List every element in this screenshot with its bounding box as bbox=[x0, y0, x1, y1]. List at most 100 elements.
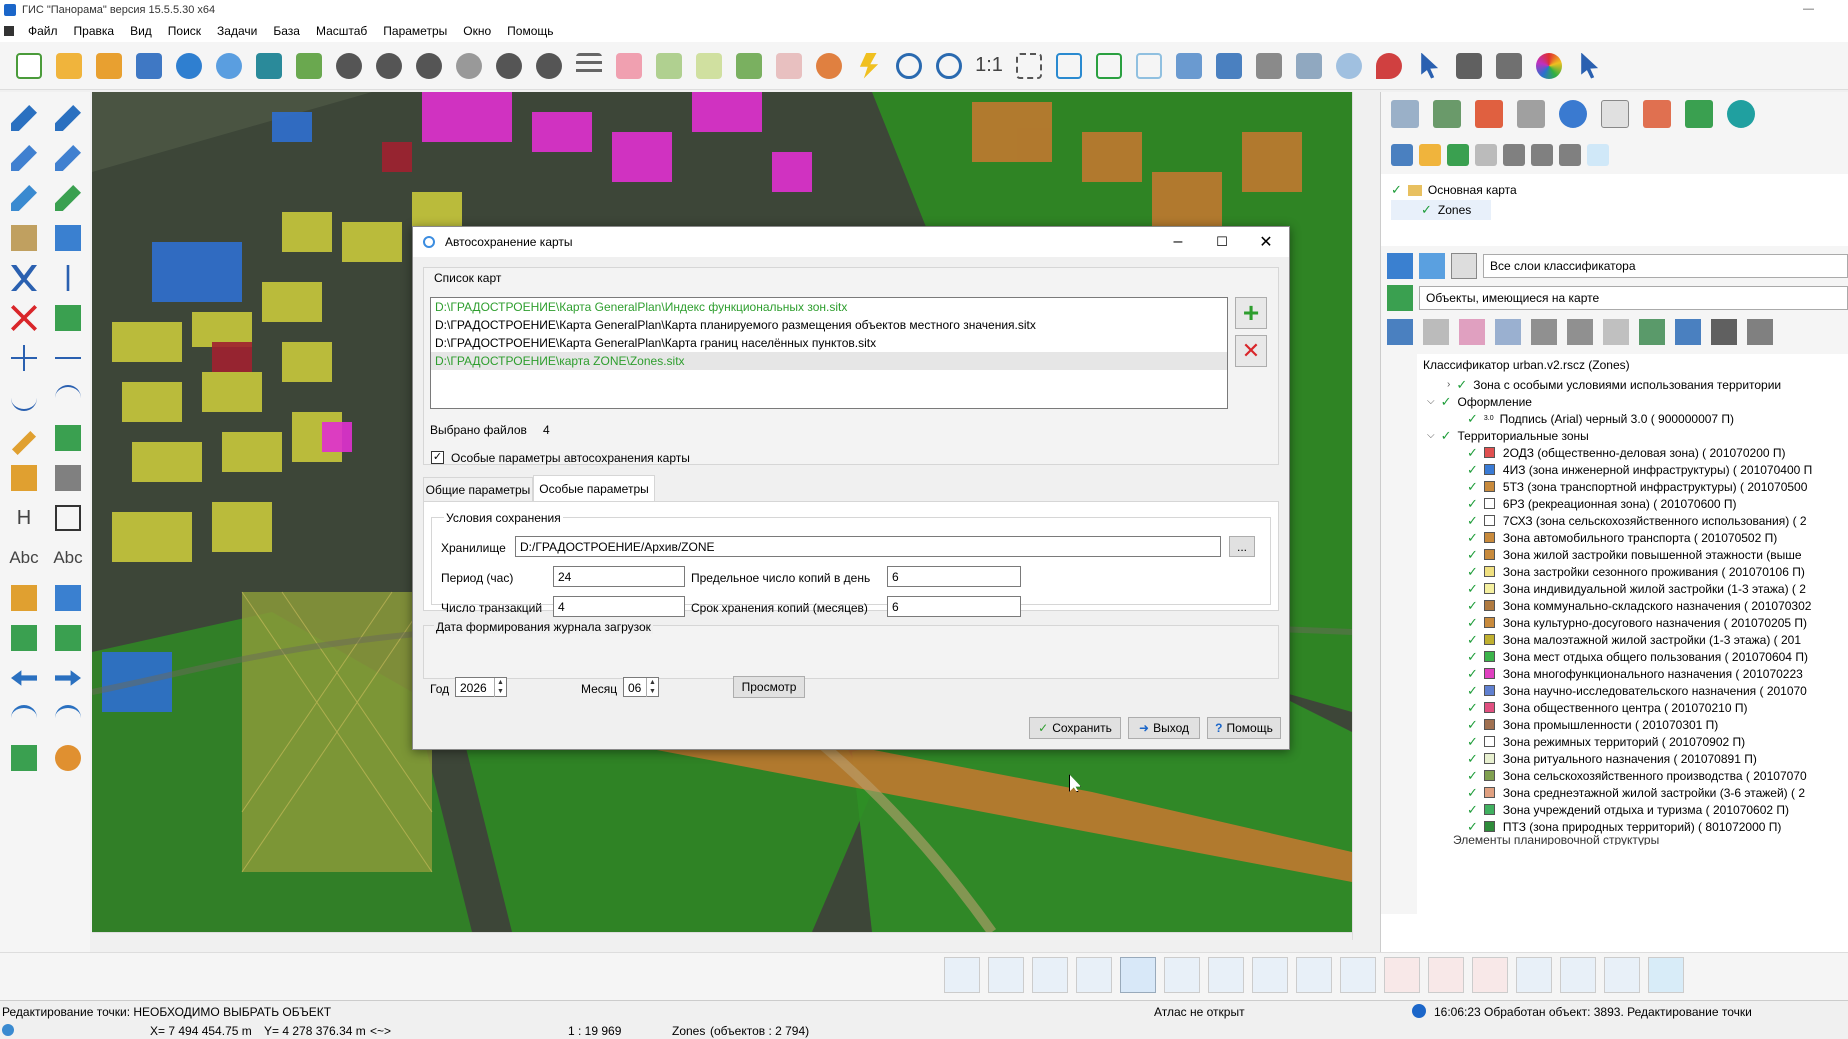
j-tool-icon[interactable] bbox=[988, 957, 1024, 993]
k-tool-icon[interactable] bbox=[944, 957, 980, 993]
classifier-item[interactable]: ✓ Зона застройки сезонного проживания ( 2… bbox=[1423, 563, 1848, 580]
year-spin-arrows[interactable]: ▲ ▼ bbox=[494, 678, 506, 697]
c-tool-icon[interactable] bbox=[1472, 957, 1508, 993]
max-copies-input[interactable]: 6 bbox=[887, 566, 1021, 587]
move-point-button[interactable] bbox=[2, 338, 46, 378]
edit-polyline-button[interactable] bbox=[46, 138, 90, 178]
context-help-button[interactable] bbox=[1570, 47, 1608, 85]
tree-root[interactable]: ✓ Основная карта bbox=[1391, 180, 1848, 200]
classifier-item[interactable]: ✓ Зона многофункционального назначения ( … bbox=[1423, 665, 1848, 682]
web-map-button[interactable] bbox=[210, 47, 248, 85]
check-icon[interactable]: ✓ bbox=[1441, 428, 1452, 444]
n-tool-icon[interactable] bbox=[1032, 957, 1068, 993]
check-icon[interactable]: ✓ bbox=[1467, 649, 1478, 665]
classifier-item[interactable]: ✓ Зона сельскохозяйственного производства… bbox=[1423, 767, 1848, 784]
close-button[interactable]: ✕ bbox=[1251, 231, 1281, 253]
zoom-out-button[interactable] bbox=[890, 47, 928, 85]
image-tab-icon[interactable] bbox=[1433, 100, 1461, 128]
paint-icon[interactable] bbox=[1459, 319, 1485, 345]
back-button[interactable] bbox=[1130, 47, 1168, 85]
chevron-down-icon[interactable]: ⌵ bbox=[1427, 396, 1435, 407]
label-edit-button[interactable]: Abc bbox=[46, 538, 90, 578]
text-edit-button[interactable] bbox=[46, 458, 90, 498]
merge-tool-icon[interactable] bbox=[1604, 957, 1640, 993]
select-confirm-button[interactable] bbox=[730, 47, 768, 85]
curve-button[interactable] bbox=[2, 378, 46, 418]
menu-edit[interactable]: Правка bbox=[66, 24, 123, 38]
special-params-checkbox[interactable]: ✓ bbox=[431, 451, 444, 464]
maximize-button[interactable]: ☐ bbox=[1207, 231, 1237, 253]
redo-button[interactable] bbox=[46, 658, 90, 698]
classifier-item[interactable]: ✓ 7СХЗ (зона сельскохозяйственного исполь… bbox=[1423, 512, 1848, 529]
t-tool-icon[interactable] bbox=[1428, 957, 1464, 993]
app-menu-icon[interactable] bbox=[4, 26, 14, 36]
search-house-button[interactable] bbox=[490, 47, 528, 85]
map-horizontal-scrollbar[interactable] bbox=[92, 932, 1352, 950]
classifier-item[interactable]: ✓ Зона учреждений отдыха и туризма ( 2010… bbox=[1423, 801, 1848, 818]
objects-filter-select[interactable]: Объекты, имеющиеся на карте bbox=[1419, 286, 1848, 310]
help-button[interactable]: ? Помощь bbox=[1207, 717, 1281, 739]
check-icon[interactable]: ✓ bbox=[1467, 530, 1478, 546]
map-vertical-scrollbar[interactable] bbox=[1352, 92, 1366, 940]
menu-database[interactable]: База bbox=[265, 24, 308, 38]
map-file-list[interactable]: D:\ГРАДОСТРОЕНИЕ\Карта GeneralPlan\Индек… bbox=[430, 297, 1228, 409]
search-refresh-button[interactable] bbox=[530, 47, 568, 85]
layer-tree-button[interactable] bbox=[290, 47, 328, 85]
view-button[interactable]: Просмотр bbox=[733, 676, 805, 698]
export-tab-icon[interactable] bbox=[1685, 100, 1713, 128]
classifier-item[interactable]: ✓ Зона ритуального назначения ( 201070891… bbox=[1423, 750, 1848, 767]
classifier-item[interactable]: ✓ 4ИЗ (зона инженерной инфраструктуры) ( … bbox=[1423, 461, 1848, 478]
grid-view-icon[interactable] bbox=[1747, 319, 1773, 345]
pointer-button[interactable] bbox=[1410, 47, 1448, 85]
zoom-1-1-button[interactable]: 1:1 bbox=[970, 47, 1008, 85]
network-tool-button[interactable] bbox=[2, 618, 46, 658]
cube-tab-icon[interactable] bbox=[1475, 100, 1503, 128]
globe-button[interactable] bbox=[170, 47, 208, 85]
check-button[interactable] bbox=[1090, 47, 1128, 85]
v-tool-icon[interactable] bbox=[1340, 957, 1376, 993]
search-objects-button[interactable] bbox=[330, 47, 368, 85]
classifier-item[interactable]: ✓ Зона жилой застройки повышенной этажнос… bbox=[1423, 546, 1848, 563]
report-button[interactable] bbox=[1250, 47, 1288, 85]
check-icon[interactable]: ✓ bbox=[1467, 564, 1478, 580]
window-list-button[interactable] bbox=[2, 738, 46, 778]
height-button[interactable]: H bbox=[2, 498, 46, 538]
check-icon[interactable]: ✓ bbox=[1467, 462, 1478, 478]
document-tab-icon[interactable] bbox=[1517, 100, 1545, 128]
objects-filter-icon[interactable] bbox=[1387, 285, 1413, 311]
network-map-icon[interactable] bbox=[1503, 144, 1525, 166]
i-tool-icon[interactable] bbox=[1384, 957, 1420, 993]
add-point-button[interactable] bbox=[46, 338, 90, 378]
check-icon[interactable]: ✓ bbox=[1467, 819, 1478, 835]
menu-file[interactable]: Файл bbox=[20, 24, 66, 38]
globe-filter-icon[interactable] bbox=[1639, 319, 1665, 345]
route-button[interactable] bbox=[1370, 47, 1408, 85]
search-area-button[interactable] bbox=[450, 47, 488, 85]
layers-filter-icon[interactable] bbox=[1387, 253, 1413, 279]
zoom-extent-button[interactable] bbox=[1010, 47, 1048, 85]
check-icon[interactable]: ✓ bbox=[1467, 785, 1478, 801]
zoom-in-button[interactable] bbox=[930, 47, 968, 85]
transactions-input[interactable]: 4 bbox=[553, 596, 685, 617]
windows-button[interactable] bbox=[1210, 47, 1248, 85]
list-view-icon[interactable] bbox=[1711, 319, 1737, 345]
scale-tool-button[interactable] bbox=[46, 578, 90, 618]
l-tool-icon[interactable] bbox=[1208, 957, 1244, 993]
check-icon[interactable]: ✓ bbox=[1467, 479, 1478, 495]
sync-map-icon[interactable] bbox=[1531, 144, 1553, 166]
marker-button[interactable] bbox=[2, 578, 46, 618]
classifier-item[interactable]: ✓ 3.0 Подпись (Arial) черный 3.0 ( 9000000… bbox=[1423, 410, 1848, 427]
image-button[interactable] bbox=[1290, 47, 1328, 85]
period-input[interactable]: 24 bbox=[553, 566, 685, 587]
hide-icon[interactable] bbox=[1423, 319, 1449, 345]
classifier-item[interactable]: ✓ Зона культурно-досугового назначения ( … bbox=[1423, 614, 1848, 631]
ruler-button[interactable] bbox=[2, 418, 46, 458]
storage-input[interactable]: D:/ГРАДОСТРОЕНИЕ/Архив/ZONE bbox=[515, 536, 1221, 557]
filter-brush-icon[interactable] bbox=[1495, 319, 1521, 345]
map-file-row[interactable]: D:\ГРАДОСТРОЕНИЕ\Карта GeneralPlan\Индек… bbox=[431, 298, 1227, 316]
check-icon[interactable]: ✓ bbox=[1467, 802, 1478, 818]
formula-icon[interactable] bbox=[1587, 144, 1609, 166]
select-add-button[interactable] bbox=[690, 47, 728, 85]
check-icon[interactable]: ✓ bbox=[1467, 496, 1478, 512]
list-button[interactable] bbox=[570, 47, 608, 85]
